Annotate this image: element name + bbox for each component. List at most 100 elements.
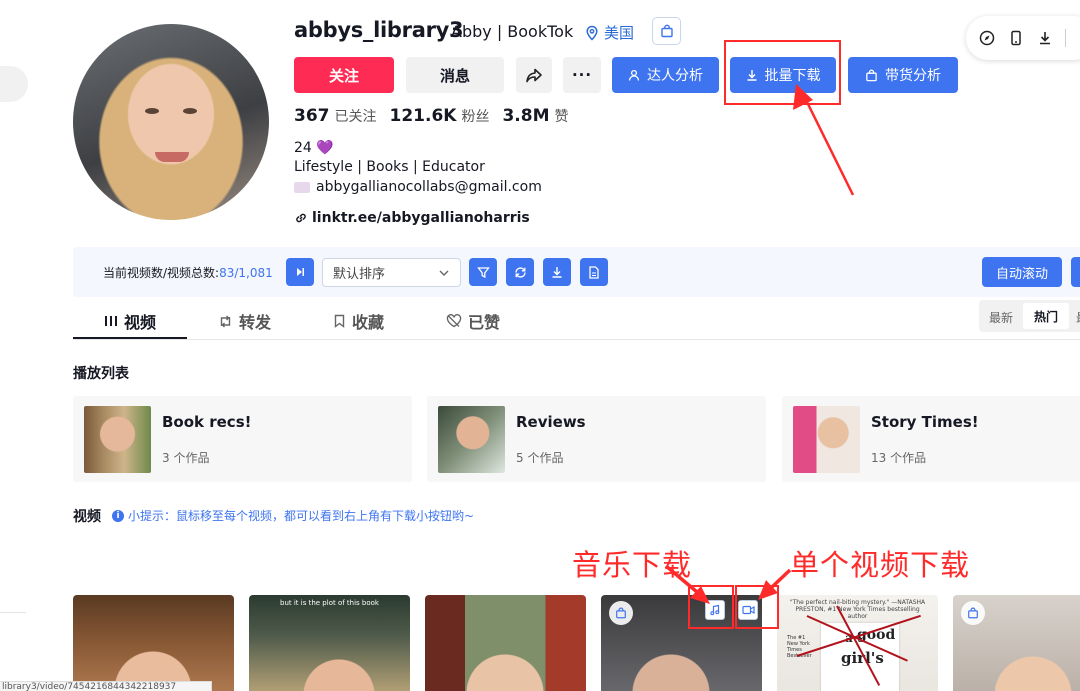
tab-favorites-label: 收藏 [352, 313, 385, 332]
user-icon [628, 69, 640, 81]
playlist-card[interactable]: Reviews 5 个作品 [427, 396, 766, 482]
chevron-down-icon [439, 270, 449, 276]
download-icon[interactable] [1036, 29, 1054, 47]
sort-select-value: 默认排序 [333, 267, 386, 282]
videos-title: 视频 [73, 509, 101, 525]
annotation-box-batch-download [724, 40, 841, 105]
more-button[interactable]: ··· [563, 57, 601, 93]
bio-line: 24 💜 [294, 140, 334, 156]
share-arrow-icon [526, 68, 542, 83]
left-edge-pill [0, 66, 28, 102]
creator-analysis-button[interactable]: 达人分析 [612, 57, 719, 93]
playlist-thumbnail [793, 406, 860, 473]
goods-analysis-button[interactable]: 带货分析 [848, 57, 958, 93]
page: abbys_library3 Abby | BookTok 美国 关注 消息 ·… [0, 0, 1080, 691]
toolbar-edge-button[interactable] [1071, 257, 1080, 287]
video-caption: but it is the plot of this book [280, 599, 379, 607]
tab-liked[interactable]: 已赞 [446, 309, 500, 333]
username: abbys_library3 [294, 18, 464, 42]
profile-link[interactable]: linktr.ee/abbygallianoharris [294, 210, 530, 226]
annotation-single-video-download: 单个视频下载 [790, 548, 971, 582]
shopping-bag-icon [660, 24, 673, 38]
tabs-divider [73, 339, 1080, 340]
play-next-button[interactable] [286, 258, 314, 286]
video-count-label: 当前视频数/视频总数: [103, 266, 220, 280]
creator-analysis-label: 达人分析 [647, 68, 703, 84]
playlist-thumbnail [84, 406, 151, 473]
download-tip-text: 小提示：鼠标移至每个视频，都可以看到右上角有下载小按钮哟~ [128, 509, 475, 523]
toolbar-divider [1065, 29, 1066, 47]
sort-latest[interactable]: 最新 [989, 309, 1013, 326]
info-icon: i [112, 509, 124, 522]
skip-forward-icon [297, 268, 304, 276]
shop-button[interactable] [652, 17, 681, 45]
shopping-bag-icon [609, 601, 633, 625]
sort-select[interactable]: 默认排序 [322, 258, 461, 287]
tab-videos[interactable]: 视频 [104, 309, 156, 333]
location-icon [586, 25, 598, 41]
refresh-button[interactable] [506, 258, 534, 286]
link-icon [296, 213, 306, 223]
tab-videos-label: 视频 [124, 313, 157, 332]
share-button[interactable] [516, 57, 552, 93]
tab-liked-label: 已赞 [468, 313, 501, 332]
download-tip: i 小提示：鼠标移至每个视频，都可以看到右上角有下载小按钮哟~ [112, 507, 474, 524]
message-button[interactable]: 消息 [406, 57, 504, 93]
document-icon [589, 265, 599, 279]
annotation-music-download: 音乐下载 [572, 548, 693, 582]
tab-reposts[interactable]: 转发 [218, 309, 271, 333]
playlist-card[interactable]: Story Times! 13 个作品 [782, 396, 1080, 482]
playlist-count: 5 个作品 [516, 451, 564, 465]
region-label: 美国 [604, 24, 635, 42]
refresh-icon [514, 266, 526, 278]
video-count-total: /1,081 [234, 266, 273, 280]
bio-email-text: abbygallianocollabs@gmail.com [316, 179, 542, 195]
filter-button[interactable] [469, 258, 497, 286]
annotation-box-music [688, 585, 734, 629]
export-file-button[interactable] [580, 258, 608, 286]
playlist-name: Story Times! [871, 413, 979, 431]
auto-scroll-button[interactable]: 自动滚动 [982, 257, 1062, 287]
avatar-eye [183, 108, 197, 114]
followers-stat[interactable]: 121.6K 粉丝 [390, 106, 490, 126]
left-edge-divider [0, 612, 26, 613]
phone-icon[interactable] [1007, 29, 1025, 47]
shopping-bag-icon [866, 69, 877, 81]
nickname: Abby | BookTok [451, 22, 574, 41]
video-card[interactable] [73, 595, 234, 691]
video-card[interactable]: but it is the plot of this book [249, 595, 410, 691]
video-card[interactable] [953, 595, 1080, 691]
shopping-bag-icon [961, 601, 985, 625]
filter-icon [476, 266, 490, 278]
tab-reposts-label: 转发 [239, 313, 272, 332]
sort-hot[interactable]: 热门 [1023, 303, 1069, 329]
download-icon [552, 267, 562, 278]
playlist-count: 3 个作品 [162, 451, 210, 465]
tab-favorites[interactable]: 收藏 [333, 309, 384, 333]
bio-line: Lifestyle | Books | Educator [294, 159, 485, 175]
playlist-count: 13 个作品 [871, 451, 927, 465]
avatar-eye [145, 108, 159, 114]
annotation-box-video [735, 585, 779, 629]
sort-oldest-cut[interactable]: 最 [1076, 309, 1080, 326]
playlist-name: Reviews [516, 413, 586, 431]
bio-email: abbygallianocollabs@gmail.com [294, 179, 542, 195]
avatar [73, 24, 269, 220]
video-card[interactable] [425, 595, 586, 691]
envelope-icon [294, 181, 310, 193]
playlist-card[interactable]: Book recs! 3 个作品 [73, 396, 412, 482]
video-count: 当前视频数/视频总数:83/1,081 [103, 264, 273, 281]
bookmark-icon [334, 314, 345, 328]
video-count-current: 83 [219, 266, 235, 280]
following-stat[interactable]: 367 已关注 [294, 106, 377, 126]
profile-stats: 367 已关注 121.6K 粉丝 3.8M 赞 [294, 106, 569, 126]
download-list-button[interactable] [543, 258, 571, 286]
compass-icon[interactable] [978, 29, 996, 47]
video-card[interactable]: "The perfect nail-biting mystery." —NATA… [777, 595, 938, 691]
playlist-thumbnail [438, 406, 505, 473]
playlist-name: Book recs! [162, 413, 252, 431]
grid-bars-icon [105, 316, 117, 326]
follow-button[interactable]: 关注 [294, 57, 394, 93]
profile-link-text: linktr.ee/abbygallianoharris [312, 210, 530, 226]
goods-analysis-label: 带货分析 [885, 68, 941, 84]
